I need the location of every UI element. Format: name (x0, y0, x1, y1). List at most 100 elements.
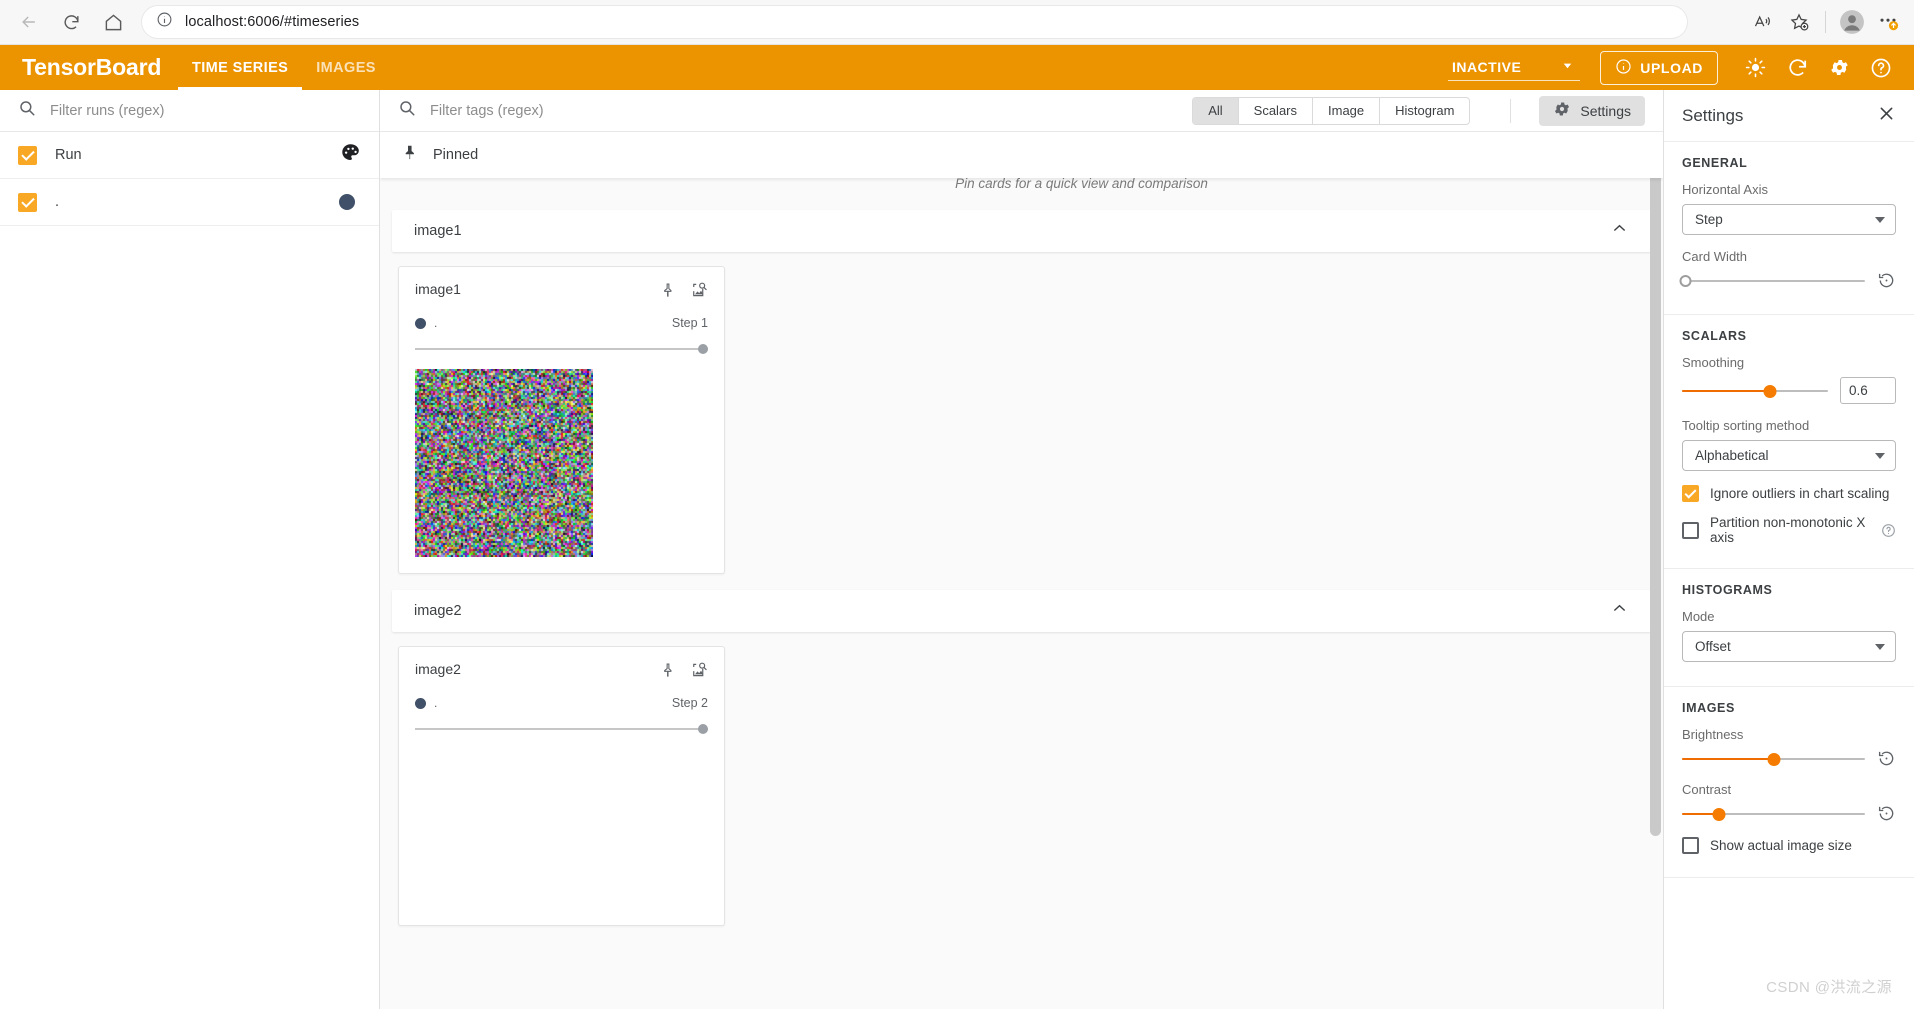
reload-icon[interactable] (54, 5, 88, 39)
upload-button[interactable]: UPLOAD (1600, 50, 1718, 85)
run-row[interactable]: . (0, 179, 379, 226)
horizontal-axis-select[interactable]: Step (1682, 204, 1896, 235)
toolbar-divider (1825, 11, 1826, 33)
home-icon[interactable] (96, 5, 130, 39)
pinned-section-header[interactable]: Pinned (380, 132, 1663, 178)
step-slider[interactable] (415, 723, 708, 735)
pin-icon[interactable] (660, 662, 676, 683)
brightness-slider[interactable] (1682, 751, 1865, 767)
url-text: localhost:6006/#timeseries (185, 14, 360, 30)
step-slider-thumb[interactable] (698, 724, 708, 734)
chevron-up-icon[interactable] (1610, 599, 1629, 623)
palette-icon[interactable] (340, 142, 361, 168)
brightness-label: Brightness (1682, 727, 1744, 742)
scrollbar-thumb[interactable] (1650, 136, 1661, 836)
smoothing-slider[interactable] (1682, 383, 1828, 399)
slider-fill (1682, 757, 1774, 760)
settings-panel-title: Settings (1682, 105, 1744, 125)
run-name: . (55, 194, 60, 210)
run-color-dot[interactable] (339, 194, 355, 210)
settings-toggle-button[interactable]: Settings (1539, 95, 1645, 126)
show-actual-size-checkbox[interactable] (1682, 837, 1699, 854)
show-actual-size-row[interactable]: Show actual image size (1682, 837, 1896, 854)
runs-panel: Filter runs (regex) Run . (0, 90, 380, 1009)
reload-icon[interactable] (1778, 49, 1816, 87)
brightness-icon[interactable] (1736, 49, 1774, 87)
tab-images[interactable]: IMAGES (302, 45, 390, 90)
plugin-chip-scalars[interactable]: Scalars (1239, 97, 1314, 124)
step-slider-track (415, 728, 708, 730)
settings-panel: Settings GENERAL Horizontal Axis Step Ca… (1663, 90, 1914, 1009)
card-run-name: . (434, 696, 438, 710)
step-slider-thumb[interactable] (698, 344, 708, 354)
settings-section-histograms: HISTOGRAMS Mode Offset (1664, 569, 1914, 687)
run-checkbox[interactable] (18, 192, 37, 212)
gear-icon[interactable] (1820, 49, 1858, 87)
slider-thumb[interactable] (1763, 384, 1777, 398)
contrast-label: Contrast (1682, 782, 1732, 797)
plugin-chip-histogram[interactable]: Histogram (1380, 98, 1469, 124)
browser-toolbar: localhost:6006/#timeseries (0, 0, 1914, 45)
partition-x-axis-row[interactable]: Partition non-monotonic X axis (1682, 515, 1896, 545)
card-run-color-dot (415, 697, 426, 709)
slider-thumb[interactable] (1679, 274, 1692, 287)
reset-icon[interactable] (1877, 271, 1896, 290)
search-icon (18, 99, 36, 122)
tags-toolbar: Filter tags (regex) All Scalars Image Hi… (380, 90, 1663, 132)
image-zoom-icon[interactable] (690, 281, 708, 304)
step-slider-track (415, 348, 708, 350)
profile-avatar-icon[interactable] (1836, 6, 1868, 38)
horizontal-axis-label: Horizontal Axis (1682, 182, 1768, 197)
histogram-mode-value: Offset (1695, 639, 1731, 654)
show-actual-size-label: Show actual image size (1710, 838, 1852, 853)
step-slider[interactable] (415, 343, 708, 355)
run-status-dropdown[interactable]: INACTIVE (1447, 55, 1581, 81)
slider-thumb[interactable] (1767, 752, 1780, 766)
help-circle-icon[interactable] (1862, 49, 1900, 87)
gear-icon (1553, 100, 1571, 121)
close-icon[interactable] (1877, 104, 1896, 128)
tag-group-header-image1[interactable]: image1 (392, 210, 1651, 252)
image-preview[interactable] (415, 369, 593, 557)
address-bar[interactable]: localhost:6006/#timeseries (142, 6, 1687, 38)
tooltip-sorting-value: Alphabetical (1695, 448, 1769, 463)
plugin-chip-all[interactable]: All (1193, 97, 1239, 124)
back-arrow-icon[interactable] (12, 5, 46, 39)
image-zoom-icon[interactable] (690, 661, 708, 684)
histogram-mode-select[interactable]: Offset (1682, 631, 1896, 662)
image-card-image1[interactable]: image1 . Step 1 (398, 266, 725, 574)
tab-time-series[interactable]: TIME SERIES (178, 45, 303, 90)
read-aloud-icon[interactable] (1747, 6, 1779, 38)
card-area-image2: image2 . Step 2 (380, 632, 1663, 926)
tag-group-title: image1 (414, 223, 462, 239)
runs-filter-input[interactable]: Filter runs (regex) (0, 90, 379, 132)
search-icon (398, 99, 416, 122)
card-width-slider[interactable] (1679, 273, 1865, 289)
tag-group-header-image2[interactable]: image2 (392, 590, 1651, 632)
contrast-slider[interactable] (1682, 806, 1865, 822)
reset-icon[interactable] (1877, 749, 1896, 768)
chevron-up-icon[interactable] (1610, 219, 1629, 243)
more-settings-icon[interactable] (1872, 6, 1904, 38)
reset-icon[interactable] (1877, 804, 1896, 823)
smoothing-value-input[interactable]: 0.6 (1840, 377, 1896, 404)
plugin-chip-image[interactable]: Image (1313, 97, 1381, 124)
run-checkbox[interactable] (18, 145, 37, 165)
ignore-outliers-label: Ignore outliers in chart scaling (1710, 486, 1890, 501)
slider-thumb[interactable] (1712, 807, 1726, 821)
help-circle-icon[interactable] (1881, 523, 1896, 538)
run-row[interactable]: Run (0, 132, 379, 179)
card-title: image2 (415, 661, 461, 677)
settings-button-label: Settings (1580, 102, 1631, 119)
slider-track (1682, 279, 1865, 282)
pin-icon[interactable] (660, 282, 676, 303)
settings-section-scalars: SCALARS Smoothing 0.6 Tooltip sorting me… (1664, 315, 1914, 569)
image-card-image2[interactable]: image2 . Step 2 (398, 646, 725, 926)
ignore-outliers-row[interactable]: Ignore outliers in chart scaling (1682, 485, 1896, 502)
slider-fill (1682, 389, 1770, 392)
add-favorite-icon[interactable] (1783, 6, 1815, 38)
tags-filter-input[interactable]: Filter tags (regex) (398, 99, 1178, 122)
tooltip-sorting-select[interactable]: Alphabetical (1682, 440, 1896, 471)
partition-x-axis-checkbox[interactable] (1682, 521, 1699, 539)
ignore-outliers-checkbox[interactable] (1682, 485, 1699, 502)
